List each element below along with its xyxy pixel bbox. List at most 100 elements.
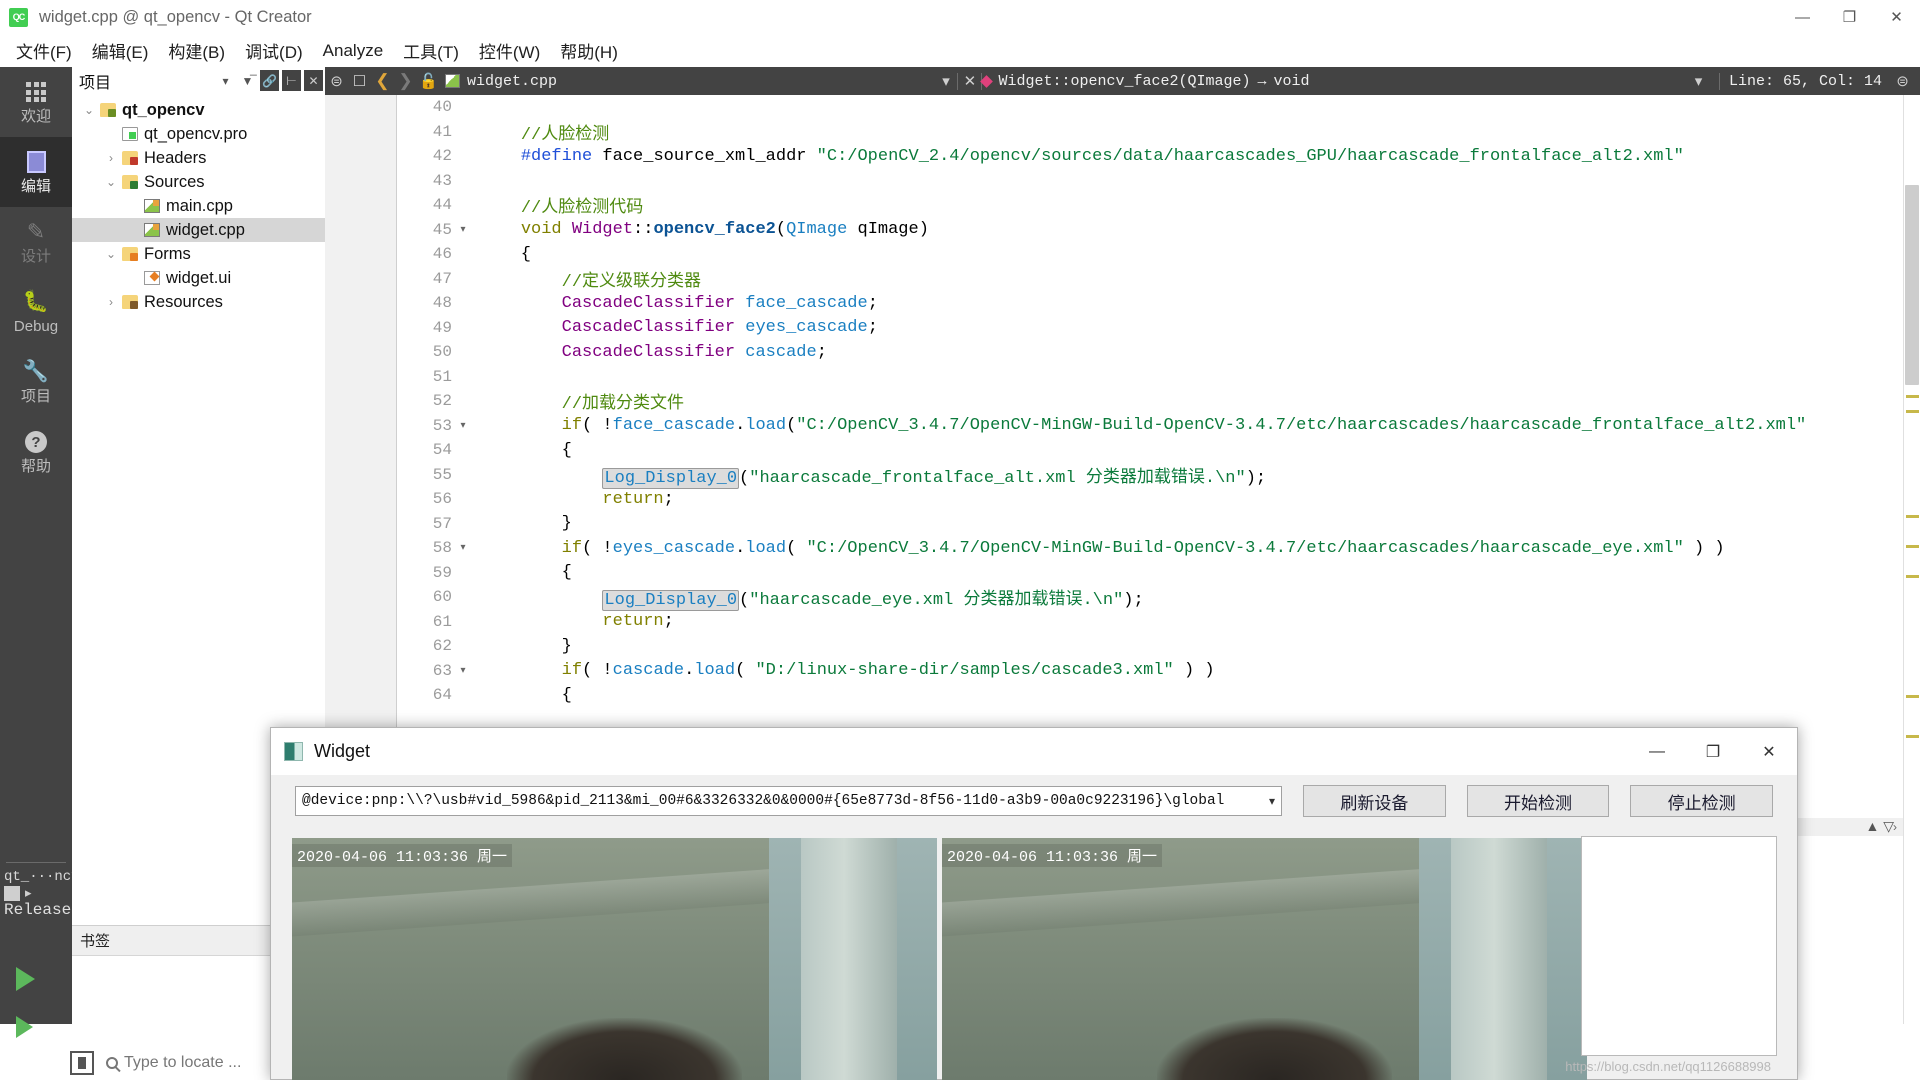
- menu-analyze[interactable]: Analyze: [313, 38, 393, 64]
- line-number: 42: [432, 147, 452, 166]
- expand-icons[interactable]: ▲ ▽: [1865, 818, 1894, 835]
- back-arrow-icon[interactable]: ❮: [371, 69, 394, 93]
- filter-icon[interactable]: ▼̅: [238, 70, 257, 91]
- mode-label: 项目: [20, 388, 51, 405]
- twisty-icon[interactable]: ⌄: [100, 175, 122, 189]
- refresh-device-button[interactable]: 刷新设备: [1303, 785, 1446, 817]
- chevron-down-icon[interactable]: ▾: [1687, 69, 1710, 93]
- code-text: {: [480, 563, 572, 583]
- mode-document[interactable]: 编辑: [0, 137, 72, 207]
- stop-detect-button[interactable]: 停止检测: [1630, 785, 1774, 817]
- project-panel-title: 项目: [79, 74, 112, 92]
- tree-item-label: Forms: [144, 244, 191, 263]
- kit-selector[interactable]: qt_···ncv ▸ Release: [0, 862, 72, 919]
- link-icon[interactable]: 🔗: [260, 70, 279, 91]
- debug-button[interactable]: [0, 1003, 72, 1051]
- chevron-down-icon[interactable]: ▾: [216, 70, 235, 91]
- unlocked-icon[interactable]: 🔓: [417, 69, 440, 93]
- menu-tools[interactable]: 工具(T): [393, 35, 469, 66]
- menu-build[interactable]: 构建(B): [158, 35, 235, 66]
- qt-creator-window: QC widget.cpp @ qt_opencv - Qt Creator —…: [0, 0, 1920, 1080]
- fold-marker-icon[interactable]: ▾: [456, 542, 470, 554]
- tree-item-widget-cpp[interactable]: widget.cpp: [72, 218, 325, 242]
- locator[interactable]: Type to locate ...: [106, 1054, 241, 1072]
- split-icon[interactable]: ⊢: [282, 70, 301, 91]
- code-line: 41 //人脸检测: [398, 120, 1903, 145]
- symbol-selector[interactable]: Widget::opencv_face2(QImage) → void: [980, 73, 1310, 90]
- bug-icon: 🐛: [22, 290, 50, 313]
- device-combobox[interactable]: @device:pnp:\\?\usb#vid_5986&pid_2113&mi…: [295, 786, 1282, 816]
- mode-help[interactable]: ? 帮助: [0, 417, 72, 487]
- code-line: 58 ▾ if( !eyes_cascade.load( "C:/OpenCV_3…: [398, 536, 1903, 561]
- mode-wrench[interactable]: 🔧 项目: [0, 347, 72, 417]
- output-pane-icon[interactable]: [70, 1051, 94, 1075]
- identifier-highlight: Log_Display_0: [602, 590, 740, 612]
- tree-item-sources[interactable]: ⌄ Sources: [72, 170, 325, 194]
- code-line: 51: [398, 365, 1903, 390]
- file-dropdown-icon[interactable]: ▾: [934, 69, 957, 93]
- overview-marker: [1906, 410, 1919, 413]
- unsplit-icon[interactable]: ☐: [348, 69, 371, 93]
- dialog-minimize-button[interactable]: —: [1629, 728, 1685, 775]
- fold-marker-icon[interactable]: ▾: [456, 224, 470, 236]
- minimize-button[interactable]: —: [1779, 0, 1826, 34]
- editor-overview-scrollbar[interactable]: [1903, 95, 1920, 1024]
- line-number: 59: [432, 563, 452, 582]
- close-file-icon[interactable]: ✕: [958, 69, 981, 93]
- scroll-thumb[interactable]: [1905, 185, 1919, 385]
- chevron-down-icon[interactable]: ▾: [1263, 794, 1275, 809]
- fold-marker-icon[interactable]: ▾: [456, 420, 470, 432]
- menu-help[interactable]: 帮助(H): [550, 35, 628, 66]
- tree-item-headers[interactable]: › Headers: [72, 146, 325, 170]
- tree-item-label: main.cpp: [166, 196, 233, 215]
- menu-bar: 文件(F) 编辑(E) 构建(B) 调试(D) Analyze 工具(T) 控件(W) 帮助(…: [0, 34, 1920, 67]
- widget-dialog[interactable]: Widget — ❐ ✕ @device:pnp:\\?\usb#vid_598…: [270, 727, 1798, 1080]
- mode-grid[interactable]: 欢迎: [0, 67, 72, 137]
- forward-arrow-icon[interactable]: ❯: [394, 69, 417, 93]
- start-detect-button[interactable]: 开始检测: [1466, 785, 1610, 817]
- fold-marker-icon[interactable]: ▾: [456, 665, 470, 677]
- twisty-icon[interactable]: ›: [100, 295, 122, 309]
- mode-bug[interactable]: 🐛 Debug: [0, 277, 72, 347]
- tree-item-main-cpp[interactable]: main.cpp: [72, 194, 325, 218]
- menu-window[interactable]: 控件(W): [469, 35, 550, 66]
- maximize-button[interactable]: ❐: [1826, 0, 1873, 34]
- close-button[interactable]: ✕: [1873, 0, 1920, 34]
- twisty-icon[interactable]: ⌄: [100, 247, 122, 261]
- code-text: }: [480, 514, 572, 534]
- tree-item-qt-opencv-pro[interactable]: qt_opencv.pro: [72, 122, 325, 146]
- code-text: {: [480, 440, 572, 460]
- twisty-icon[interactable]: ⌄: [78, 103, 100, 117]
- tree-item-qt-opencv[interactable]: ⌄ qt_opencv: [72, 98, 325, 122]
- code-text: void Widget::opencv_face2(QImage qImage): [520, 220, 929, 240]
- mode-pencil[interactable]: ✎ 设计: [0, 207, 72, 277]
- tree-item-forms[interactable]: ⌄ Forms: [72, 242, 325, 266]
- code-line: 52 //加载分类文件: [398, 389, 1903, 414]
- code-text: if( !eyes_cascade.load( "C:/OpenCV_3.4.7…: [561, 538, 1725, 558]
- editor-toolbar: ⊜ ☐ ❮ ❯ 🔓 widget.cpp ▾ ✕ Widget::opencv_…: [325, 67, 1920, 95]
- menu-file[interactable]: 文件(F): [6, 35, 82, 66]
- split-right-icon[interactable]: ⊜: [1891, 69, 1914, 93]
- menu-debug[interactable]: 调试(D): [235, 35, 313, 66]
- dialog-close-button[interactable]: ✕: [1741, 728, 1797, 775]
- mode-label: 设计: [20, 248, 51, 265]
- run-button[interactable]: [0, 955, 72, 1003]
- code-line: 63 ▾ if( !cascade.load( "D:/linux-share-d…: [398, 659, 1903, 684]
- menu-edit[interactable]: 编辑(E): [82, 35, 159, 66]
- overview-marker: [1906, 735, 1919, 738]
- code-text: //人脸检测代码: [520, 199, 644, 219]
- twisty-icon[interactable]: ›: [100, 151, 122, 165]
- tree-item-resources[interactable]: › Resources: [72, 290, 325, 314]
- overview-marker: [1906, 545, 1919, 548]
- close-icon[interactable]: ✕: [304, 70, 323, 91]
- code-line: 55 Log_Display_0 ("haarcascade_frontalfac…: [398, 463, 1903, 489]
- line-number: 40: [432, 98, 452, 117]
- tree-item-widget-ui[interactable]: widget.ui: [72, 266, 325, 290]
- line-number: 41: [432, 122, 452, 141]
- dialog-maximize-button[interactable]: ❐: [1685, 728, 1741, 775]
- code-line: 44 //人脸检测代码: [398, 193, 1903, 218]
- split-icon[interactable]: ⊜: [325, 69, 348, 93]
- current-file-chip[interactable]: widget.cpp: [445, 73, 557, 90]
- code-text: return;: [602, 489, 674, 509]
- tree-item-label: widget.ui: [166, 268, 232, 287]
